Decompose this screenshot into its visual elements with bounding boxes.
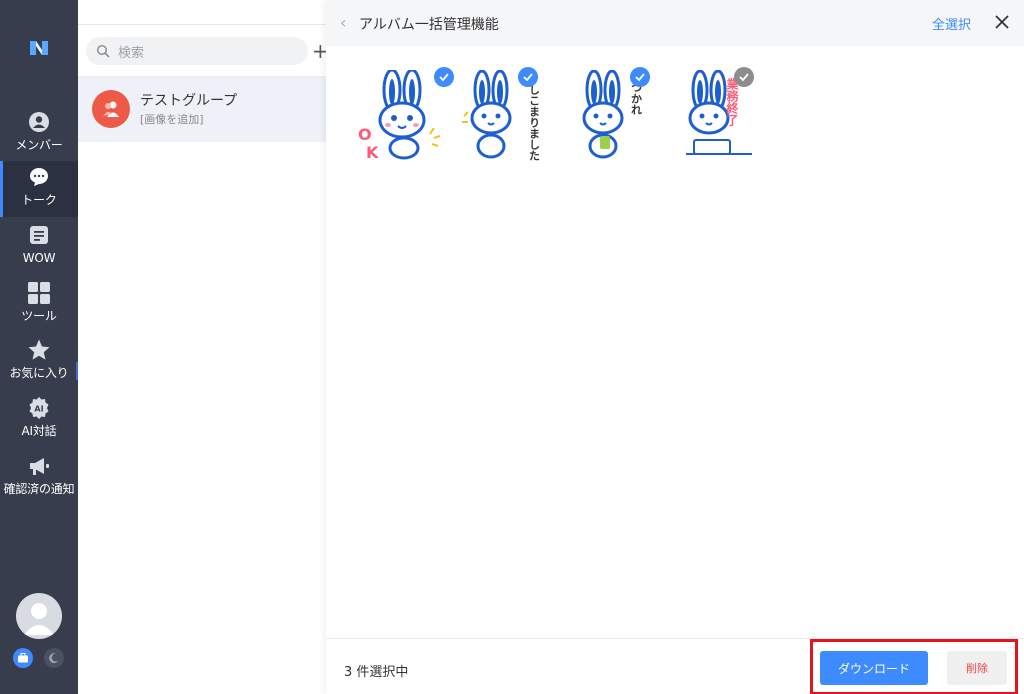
search-input[interactable]: 検索 — [86, 37, 308, 65]
rail-label-tools: ツール — [21, 309, 57, 323]
album-thumbnail[interactable]: さまです つかれ — [546, 67, 658, 164]
person-icon — [27, 110, 51, 134]
rail-item-members[interactable]: メンバー — [0, 106, 78, 162]
search-placeholder: 検索 — [118, 45, 145, 61]
rabbit-sticker-image: O K — [358, 68, 441, 162]
selected-check-icon[interactable] — [630, 67, 650, 87]
rail-label-members: メンバー — [15, 138, 63, 152]
select-all-button[interactable]: 全選択 — [932, 14, 971, 33]
page-title: アルバム一括管理機能 — [359, 17, 499, 33]
svg-text:しこまりました: しこまりました — [528, 84, 541, 161]
panel-header: ‹ アルバム一括管理機能 全選択 — [326, 0, 1024, 46]
rail-item-confirmed-notices[interactable]: 確認済の通知 — [0, 450, 78, 506]
rail-item-favorites[interactable]: お気に入り — [0, 334, 78, 390]
grid-icon — [27, 281, 51, 305]
work-status-button[interactable] — [13, 648, 33, 668]
app-logo-icon — [30, 41, 48, 55]
ai-icon: AI — [27, 396, 51, 420]
rail-item-tools[interactable]: ツール — [0, 277, 78, 333]
svg-text:AI: AI — [34, 405, 43, 414]
chat-name: テストグループ — [140, 93, 238, 109]
star-icon — [27, 338, 51, 362]
delete-button[interactable]: 削除 — [947, 651, 1007, 685]
rail-label-ai-chat: AI対話 — [21, 424, 57, 438]
rail-label-confirmed-notices: 確認済の通知 — [3, 482, 75, 496]
album-thumbnail[interactable]: します 業務終了 — [652, 67, 762, 164]
svg-text:O: O — [358, 125, 372, 144]
avatar-silhouette-icon — [24, 603, 54, 635]
download-button[interactable]: ダウンロード — [820, 651, 928, 685]
rail-label-talk: トーク — [21, 193, 57, 207]
profile-avatar[interactable] — [16, 593, 62, 639]
chat-bubble-icon — [27, 165, 51, 189]
close-icon — [995, 15, 1009, 29]
close-button[interactable] — [992, 12, 1012, 32]
megaphone-icon — [27, 454, 51, 478]
rail-item-wow[interactable]: WOW — [0, 219, 78, 275]
chat-list-item[interactable]: テストグループ [画像を追加] — [78, 77, 326, 142]
album-thumbnail[interactable]: O K — [354, 67, 454, 164]
selection-count: 3 件選択中 — [344, 665, 409, 680]
rail-label-favorites: お気に入り — [9, 366, 69, 380]
svg-text:K: K — [366, 143, 379, 162]
left-rail: メンバー トーク WOW ツール お気に入り › — [0, 0, 85, 694]
note-icon — [27, 223, 51, 247]
briefcase-icon — [18, 653, 28, 663]
unselected-check-icon[interactable] — [734, 67, 754, 87]
selected-check-icon[interactable] — [434, 67, 454, 87]
chat-last-message: [画像を追加] — [140, 113, 204, 126]
album-bulk-panel: ‹ アルバム一括管理機能 全選択 O K しこまりました つかれ 業務終了 3 … — [326, 0, 1024, 694]
rabbit-sticker-image: しこまりました — [462, 69, 541, 161]
panel-footer: 3 件選択中 ダウンロード 削除 — [326, 638, 1024, 694]
group-avatar-icon — [92, 90, 130, 128]
chat-list-column: 検索 + テストグループ [画像を追加] — [78, 0, 329, 694]
rail-item-talk[interactable]: トーク — [0, 161, 78, 217]
add-button[interactable]: + — [312, 40, 329, 62]
app-window: メンバー トーク WOW ツール お気に入り › — [0, 0, 1024, 694]
rail-label-wow: WOW — [22, 251, 56, 265]
rail-item-ai-chat[interactable]: AI AI対話 — [0, 392, 78, 448]
selected-check-icon[interactable] — [518, 67, 538, 87]
divider — [78, 24, 326, 25]
back-button[interactable]: ‹ — [340, 13, 352, 33]
album-thumbnail[interactable]: しこまりました — [460, 67, 554, 164]
search-icon — [96, 44, 110, 58]
moon-icon — [49, 653, 59, 664]
night-mode-button[interactable] — [44, 648, 64, 668]
